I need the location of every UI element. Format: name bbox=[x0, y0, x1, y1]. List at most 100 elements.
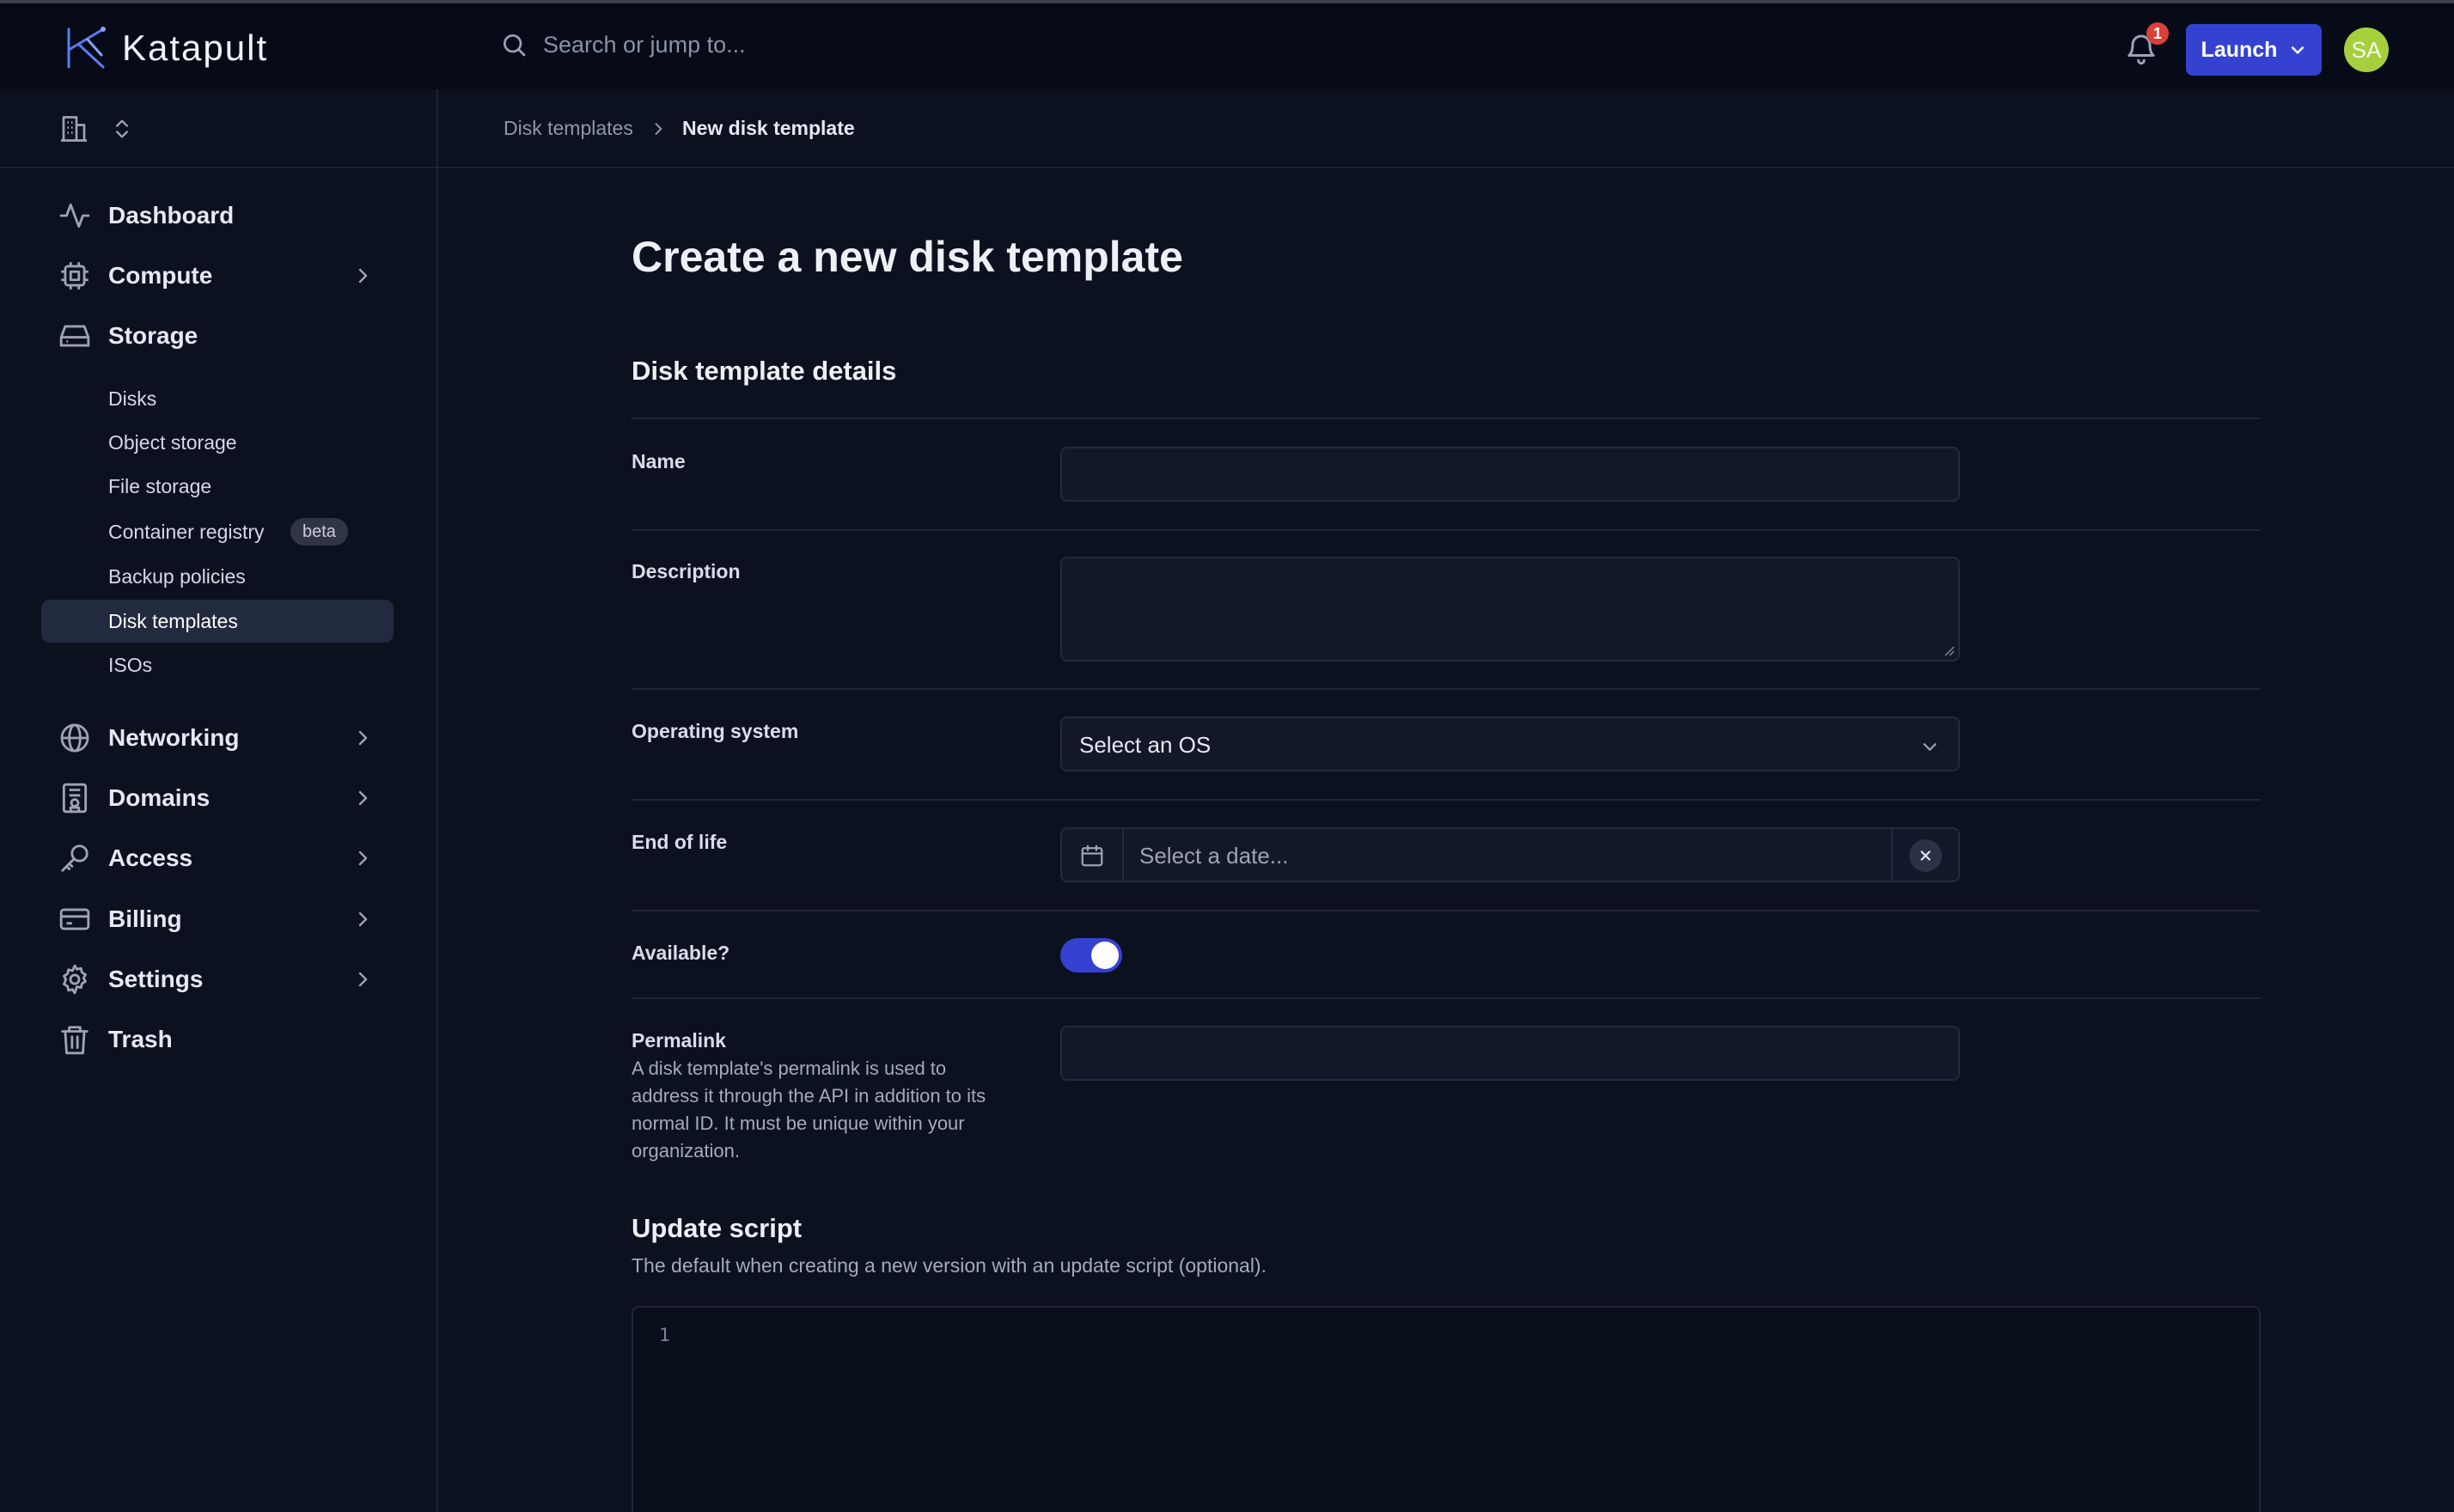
sidebar-subitem-label: Disk templates bbox=[108, 609, 238, 632]
sidebar-subitem-container-registry[interactable]: Container registry beta bbox=[41, 510, 394, 553]
activity-icon bbox=[59, 203, 90, 229]
brand-logo[interactable]: Katapult bbox=[62, 24, 268, 72]
update-script-title: Update script bbox=[632, 1213, 803, 1243]
divider bbox=[632, 529, 2261, 531]
sidebar-item-networking[interactable]: Networking bbox=[41, 711, 394, 765]
divider bbox=[632, 418, 2261, 419]
eol-date-placeholder: Select a date... bbox=[1139, 843, 1289, 869]
sidebar-item-label: Dashboard bbox=[108, 202, 235, 229]
sidebar-item-storage[interactable]: Storage bbox=[41, 309, 394, 363]
chevron-down-icon bbox=[2292, 46, 2304, 54]
sidebar-subitem-label: Backup policies bbox=[108, 564, 246, 588]
permalink-input[interactable] bbox=[1060, 1026, 1960, 1081]
divider bbox=[632, 799, 2261, 801]
chevron-up-down-icon bbox=[116, 119, 128, 138]
permalink-help: A disk template's permalink is used to a… bbox=[632, 1058, 986, 1161]
key-icon bbox=[61, 844, 89, 872]
chevron-right-icon bbox=[358, 911, 368, 927]
chevron-right-icon bbox=[358, 730, 368, 746]
chevron-right-icon bbox=[655, 123, 662, 135]
sidebar-subitem-label: File storage bbox=[108, 474, 212, 497]
sidebar-item-label: Settings bbox=[108, 966, 204, 992]
sidebar-item-dashboard[interactable]: Dashboard bbox=[41, 189, 394, 242]
breadcrumb: Disk templates New disk template bbox=[438, 89, 2454, 168]
breadcrumb-current: New disk template bbox=[682, 117, 855, 139]
chevron-right-icon bbox=[358, 790, 368, 806]
breadcrumb-link-disk-templates[interactable]: Disk templates bbox=[504, 117, 633, 140]
gear-icon bbox=[63, 964, 87, 995]
description-textarea[interactable] bbox=[1060, 557, 1960, 662]
sidebar-subitem-object-storage[interactable]: Object storage bbox=[41, 421, 394, 464]
sidebar-item-label: Trash bbox=[108, 1026, 173, 1052]
sidebar-item-label: Billing bbox=[108, 905, 182, 932]
chevron-right-icon bbox=[358, 850, 368, 866]
search-placeholder: Search or jump to... bbox=[543, 31, 746, 58]
sidebar-subitem-file-storage[interactable]: File storage bbox=[41, 465, 394, 508]
os-select[interactable]: Select an OS bbox=[1060, 716, 1960, 771]
sidebar-subitem-backup-policies[interactable]: Backup policies bbox=[41, 555, 394, 598]
calendar-icon bbox=[1081, 844, 1103, 867]
line-number: 1 bbox=[659, 1325, 670, 1345]
organization-switcher[interactable] bbox=[0, 89, 436, 168]
building-icon bbox=[61, 116, 87, 142]
sidebar: Dashboard Compute Storage Disks Object s… bbox=[0, 89, 438, 1512]
sidebar-item-domains[interactable]: Domains bbox=[41, 771, 394, 825]
description-label: Description bbox=[632, 560, 741, 582]
permalink-label: Permalink bbox=[632, 1029, 726, 1052]
chevron-right-icon bbox=[358, 972, 368, 987]
sidebar-subitem-disks[interactable]: Disks bbox=[41, 377, 394, 420]
drive-icon bbox=[59, 325, 90, 347]
sidebar-item-trash[interactable]: Trash bbox=[41, 1013, 394, 1066]
trash-icon bbox=[61, 1026, 89, 1055]
launch-button[interactable]: Launch bbox=[2186, 24, 2322, 76]
sidebar-item-label: Domains bbox=[108, 784, 211, 811]
name-input[interactable] bbox=[1060, 447, 1960, 502]
clear-date-button[interactable] bbox=[1891, 829, 1958, 881]
credit-card-icon bbox=[59, 908, 90, 930]
launch-label: Launch bbox=[2201, 37, 2278, 62]
os-label: Operating system bbox=[632, 720, 799, 742]
resize-handle-icon[interactable] bbox=[1943, 644, 1955, 656]
sidebar-item-compute[interactable]: Compute bbox=[41, 249, 394, 302]
divider bbox=[632, 910, 2261, 911]
eol-label: End of life bbox=[632, 831, 728, 853]
available-toggle[interactable] bbox=[1060, 938, 1122, 972]
search-bar[interactable]: Search or jump to... bbox=[500, 31, 746, 58]
app-root: Katapult Search or jump to... 1 Launch S… bbox=[0, 0, 2454, 1512]
sidebar-item-access[interactable]: Access bbox=[41, 832, 394, 885]
notification-badge: 1 bbox=[2146, 22, 2169, 45]
katapult-logo-icon bbox=[67, 27, 106, 69]
chevron-right-icon bbox=[358, 268, 368, 284]
sidebar-item-label: Storage bbox=[108, 322, 198, 349]
calendar-button[interactable] bbox=[1062, 829, 1124, 881]
top-bar: Katapult Search or jump to... 1 Launch S… bbox=[0, 0, 2454, 89]
sidebar-subitem-disk-templates[interactable]: Disk templates bbox=[41, 600, 394, 643]
avatar[interactable]: SA bbox=[2344, 27, 2389, 72]
eol-date-picker[interactable]: Select a date... bbox=[1060, 827, 1960, 882]
sidebar-item-label: Compute bbox=[108, 262, 213, 289]
page-title: Create a new disk template bbox=[632, 233, 1183, 281]
sidebar-item-label: Networking bbox=[108, 724, 240, 751]
chevron-down-icon bbox=[1923, 743, 1937, 751]
sidebar-subitem-label: Container registry bbox=[108, 520, 265, 543]
available-label: Available? bbox=[632, 942, 730, 964]
sidebar-subitem-label: ISOs bbox=[108, 653, 153, 676]
search-icon bbox=[504, 34, 526, 57]
section-title: Disk template details bbox=[632, 356, 897, 386]
beta-badge: beta bbox=[290, 518, 348, 546]
name-label: Name bbox=[632, 450, 686, 472]
toggle-knob bbox=[1091, 942, 1119, 969]
sidebar-item-settings[interactable]: Settings bbox=[41, 953, 394, 1006]
domain-icon bbox=[62, 783, 88, 814]
update-script-editor[interactable]: 1 bbox=[632, 1306, 2261, 1512]
sidebar-item-billing[interactable]: Billing bbox=[41, 893, 394, 946]
sidebar-item-label: Access bbox=[108, 844, 193, 871]
os-select-value: Select an OS bbox=[1079, 732, 1212, 758]
divider bbox=[632, 997, 2261, 999]
sidebar-subitem-label: Disks bbox=[108, 387, 157, 410]
sidebar-subitem-isos[interactable]: ISOs bbox=[41, 643, 394, 686]
update-script-subtitle: The default when creating a new version … bbox=[632, 1254, 1267, 1277]
cpu-icon bbox=[61, 262, 89, 290]
clear-date-circle[interactable] bbox=[1909, 839, 1942, 872]
brand-name: Katapult bbox=[122, 27, 269, 68]
